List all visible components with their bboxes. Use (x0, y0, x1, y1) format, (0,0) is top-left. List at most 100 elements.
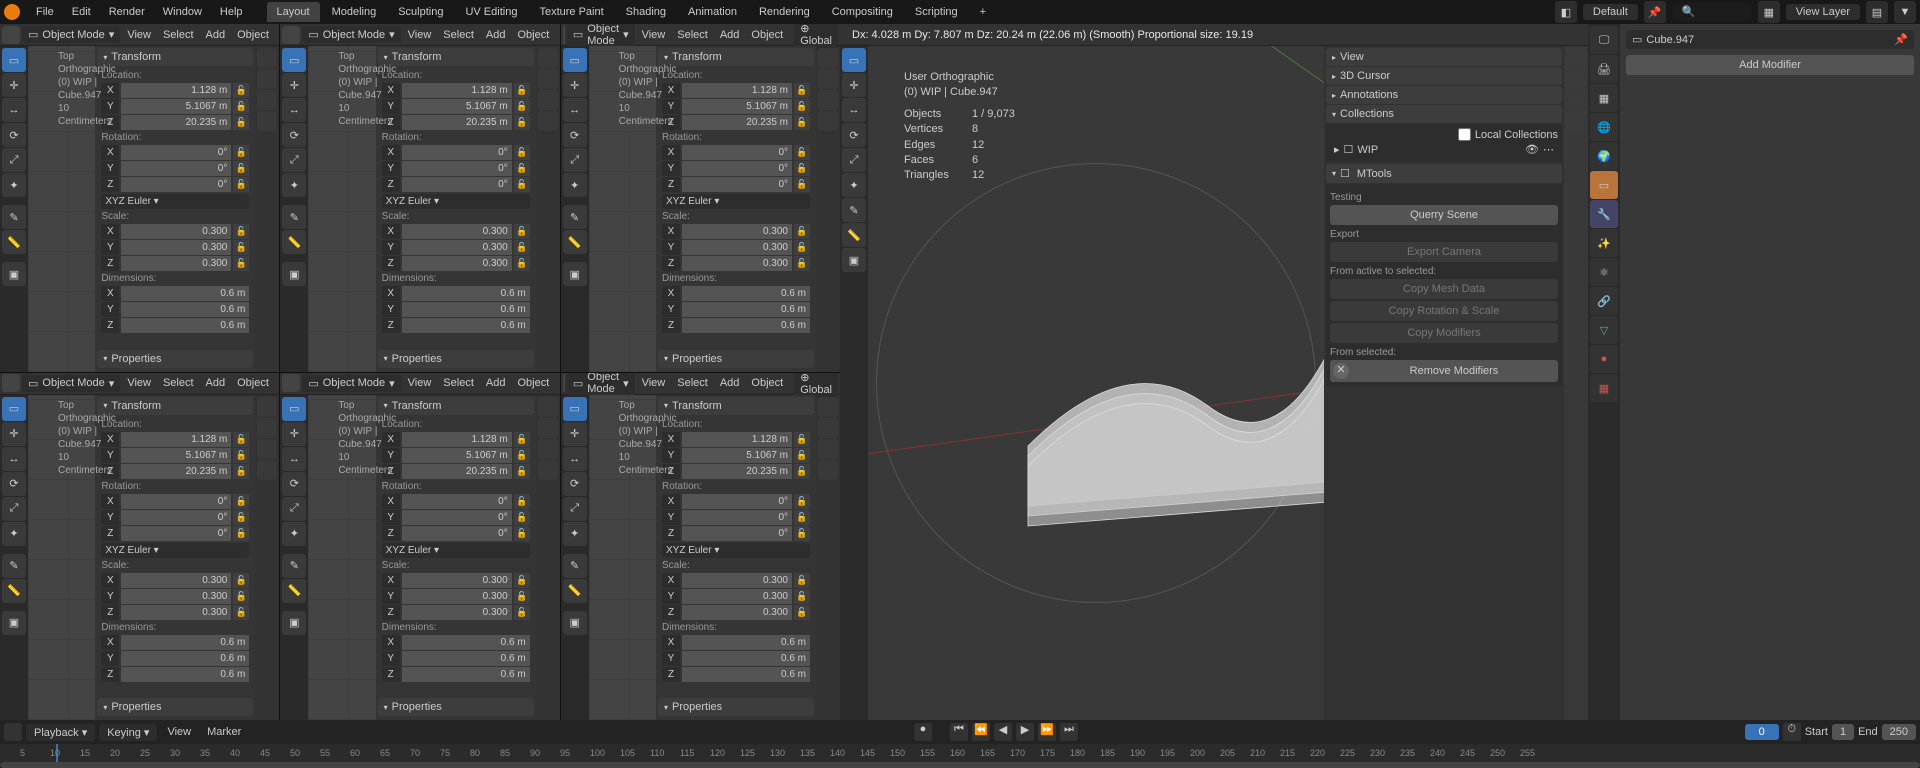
lock-icon[interactable]: 🔓 (794, 494, 810, 509)
location-x[interactable]: 1.128 m (121, 83, 231, 98)
transform-header[interactable]: Transform (378, 48, 534, 66)
mode-selector[interactable]: ▭Object Mode▾ (302, 26, 400, 43)
location-x[interactable]: 1.128 m (402, 432, 512, 447)
rotation-y[interactable]: 0° (402, 161, 512, 176)
main-3d-canvas[interactable]: User Orthographic (0) WIP | Cube.947 Obj… (868, 46, 1324, 720)
lock-icon[interactable]: 🔓 (233, 83, 249, 98)
play-reverse-icon[interactable]: ◀ (994, 723, 1012, 741)
copy-mesh-button[interactable]: Copy Mesh Data (1330, 279, 1558, 299)
viewport-canvas[interactable]: Top Orthographic(0) WIP | Cube.94710 Cen… (28, 395, 95, 721)
properties-header[interactable]: Properties (97, 698, 253, 716)
rotation-x[interactable]: 0° (682, 494, 792, 509)
viewport-canvas[interactable]: Top Orthographic(0) WIP | Cube.94710 Cen… (28, 46, 95, 372)
properties-header[interactable]: Properties (97, 350, 253, 368)
lock-icon[interactable]: 🔓 (514, 177, 530, 192)
tab-view[interactable] (818, 439, 838, 459)
workspace-tab-scripting[interactable]: Scripting (905, 2, 968, 22)
section-mtools[interactable]: ☐MTools (1326, 164, 1562, 183)
collection-options-icon[interactable]: ⋯ (1543, 143, 1554, 156)
dim-x[interactable]: 0.6 m (682, 635, 810, 650)
tab-tool[interactable] (818, 69, 838, 89)
proptab-data[interactable]: ▽ (1590, 316, 1618, 344)
rotation-y[interactable]: 0° (402, 510, 512, 525)
transform-tool[interactable]: ✦ (282, 173, 306, 197)
lock-icon[interactable]: 🔓 (794, 83, 810, 98)
local-collections-checkbox[interactable] (1458, 128, 1471, 141)
dim-y[interactable]: 0.6 m (682, 651, 810, 666)
lock-icon[interactable]: 🔓 (233, 448, 249, 463)
measure-tool[interactable]: 📏 (563, 579, 587, 603)
lock-icon[interactable]: 🔓 (514, 161, 530, 176)
tab-tool[interactable] (1566, 69, 1586, 89)
rotation-y[interactable]: 0° (121, 510, 231, 525)
timeline-view-menu[interactable]: View (161, 724, 197, 740)
header-menu[interactable]: Object (512, 375, 554, 391)
lock-icon[interactable]: 🔓 (514, 448, 530, 463)
search-input[interactable] (1672, 3, 1752, 21)
mode-selector[interactable]: ▭Object Mode▾ (567, 373, 635, 398)
properties-header[interactable]: Properties (658, 350, 814, 368)
rotation-z[interactable]: 0° (402, 526, 512, 541)
rotation-z[interactable]: 0° (682, 177, 792, 192)
proptab-modifiers[interactable]: 🔧 (1590, 200, 1618, 228)
lock-icon[interactable]: 🔓 (233, 432, 249, 447)
scale-tool[interactable]: ⤢ (2, 497, 26, 521)
dim-x[interactable]: 0.6 m (682, 286, 810, 301)
workspace-tab-modeling[interactable]: Modeling (322, 2, 387, 22)
lock-icon[interactable]: 🔓 (794, 510, 810, 525)
lock-icon[interactable]: 🔓 (233, 573, 249, 588)
tab-edit[interactable] (257, 460, 277, 480)
end-frame[interactable]: 250 (1882, 724, 1916, 740)
proptab-texture[interactable]: ▦ (1590, 374, 1618, 402)
rotate-tool[interactable]: ⟳ (2, 123, 26, 147)
transform-tool[interactable]: ✦ (282, 522, 306, 546)
tab-item[interactable] (257, 397, 277, 417)
dim-y[interactable]: 0.6 m (402, 651, 530, 666)
rotate-tool[interactable]: ⟳ (563, 123, 587, 147)
preview-range-icon[interactable]: ⏱ (1783, 723, 1801, 741)
timeline-editor-icon[interactable] (4, 723, 22, 741)
tab-item[interactable] (818, 48, 838, 68)
scale-tool[interactable]: ⤢ (563, 497, 587, 521)
tab-edit[interactable] (1566, 111, 1586, 131)
collection-checkbox[interactable]: ☐ (1344, 143, 1354, 156)
proptab-constraints[interactable]: 🔗 (1590, 287, 1618, 315)
next-key-icon[interactable]: ⏩ (1038, 723, 1056, 741)
lock-icon[interactable]: 🔓 (794, 589, 810, 604)
proptab-world[interactable]: 🌍 (1590, 142, 1618, 170)
scene-icon[interactable]: ◧ (1555, 1, 1577, 23)
tab-tool[interactable] (257, 69, 277, 89)
visibility-icon[interactable]: 👁 (1525, 143, 1539, 156)
dim-z[interactable]: 0.6 m (402, 318, 530, 333)
viewlayer-new-icon[interactable]: ▤ (1866, 1, 1888, 23)
timeline-marker-menu[interactable]: Marker (201, 724, 247, 740)
copy-modifiers-button[interactable]: Copy Modifiers (1330, 323, 1558, 343)
header-menu[interactable]: Object (746, 27, 788, 43)
scale-y[interactable]: 0.300 (121, 589, 231, 604)
location-z[interactable]: 20.235 m (121, 115, 231, 130)
tab-view[interactable] (538, 90, 558, 110)
location-z[interactable]: 20.235 m (121, 464, 231, 479)
lock-icon[interactable]: 🔓 (233, 256, 249, 271)
play-icon[interactable]: ▶ (1016, 723, 1034, 741)
header-menu[interactable]: Select (672, 375, 713, 391)
dim-z[interactable]: 0.6 m (682, 318, 810, 333)
jump-end-icon[interactable]: ⏭ (1060, 723, 1078, 741)
cursor-tool[interactable]: ✛ (2, 422, 26, 446)
dim-y[interactable]: 0.6 m (121, 302, 249, 317)
rotation-z[interactable]: 0° (121, 526, 231, 541)
workspace-tab-layout[interactable]: Layout (267, 2, 320, 22)
annotate-tool[interactable]: ✎ (2, 205, 26, 229)
lock-icon[interactable]: 🔓 (794, 256, 810, 271)
annotate-tool[interactable]: ✎ (282, 554, 306, 578)
scrollbar-thumb[interactable] (0, 762, 1920, 768)
move-tool[interactable]: ↔ (842, 98, 866, 122)
transform-header[interactable]: Transform (97, 48, 253, 66)
rotation-y[interactable]: 0° (121, 161, 231, 176)
editor-type-icon[interactable] (282, 374, 300, 392)
scale-z[interactable]: 0.300 (682, 605, 792, 620)
lock-icon[interactable]: 🔓 (233, 161, 249, 176)
cursor-tool[interactable]: ✛ (2, 73, 26, 97)
rotation-x[interactable]: 0° (682, 145, 792, 160)
location-z[interactable]: 20.235 m (682, 115, 792, 130)
